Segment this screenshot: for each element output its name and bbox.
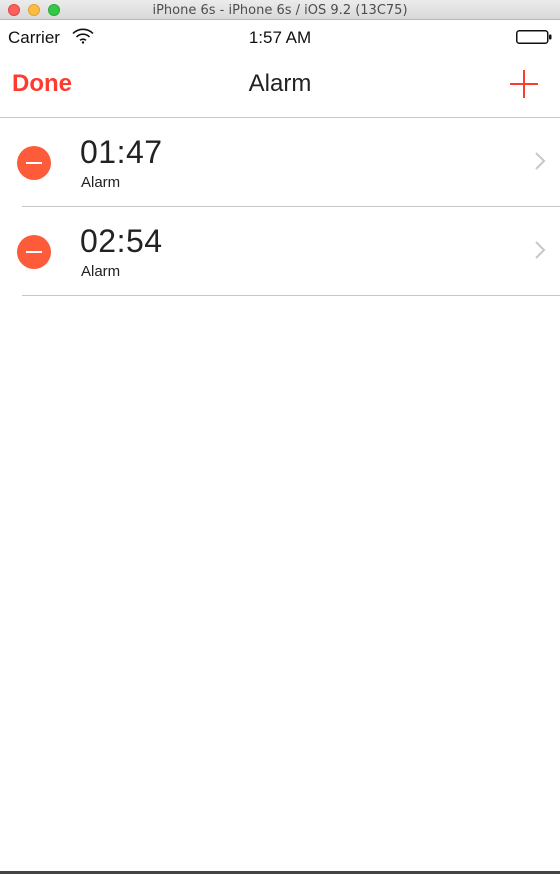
delete-alarm-button[interactable] xyxy=(17,146,51,180)
delete-alarm-button[interactable] xyxy=(17,235,51,269)
alarm-row[interactable]: 02:54 Alarm xyxy=(0,207,560,296)
done-button[interactable]: Done xyxy=(12,70,72,98)
add-alarm-button[interactable] xyxy=(508,68,540,100)
chevron-right-icon xyxy=(535,152,546,170)
window-title: iPhone 6s - iPhone 6s / iOS 9.2 (13C75) xyxy=(152,3,408,18)
minus-icon xyxy=(26,251,42,253)
nav-title: Alarm xyxy=(248,70,312,97)
alarm-label: Alarm xyxy=(81,174,121,191)
battery-icon xyxy=(516,30,552,44)
status-bar: Carrier 1:57 AM xyxy=(0,20,560,54)
alarm-row[interactable]: 01:47 Alarm xyxy=(0,118,560,207)
chevron-right-icon xyxy=(535,241,546,259)
navigation-bar: Done Alarm xyxy=(0,54,560,118)
window-titlebar[interactable]: iPhone 6s - iPhone 6s / iOS 9.2 (13C75) xyxy=(0,0,560,20)
alarm-time: 01:47 xyxy=(80,134,163,170)
plus-icon xyxy=(510,70,538,98)
alarm-time: 02:54 xyxy=(80,223,163,259)
alarm-list: 01:47 Alarm 02:54 Alarm xyxy=(0,118,560,296)
simulator-window: iPhone 6s - iPhone 6s / iOS 9.2 (13C75) … xyxy=(0,0,560,874)
minus-icon xyxy=(26,162,42,164)
row-separator xyxy=(22,295,560,296)
alarm-label: Alarm xyxy=(81,263,121,280)
status-time: 1:57 AM xyxy=(248,28,312,47)
